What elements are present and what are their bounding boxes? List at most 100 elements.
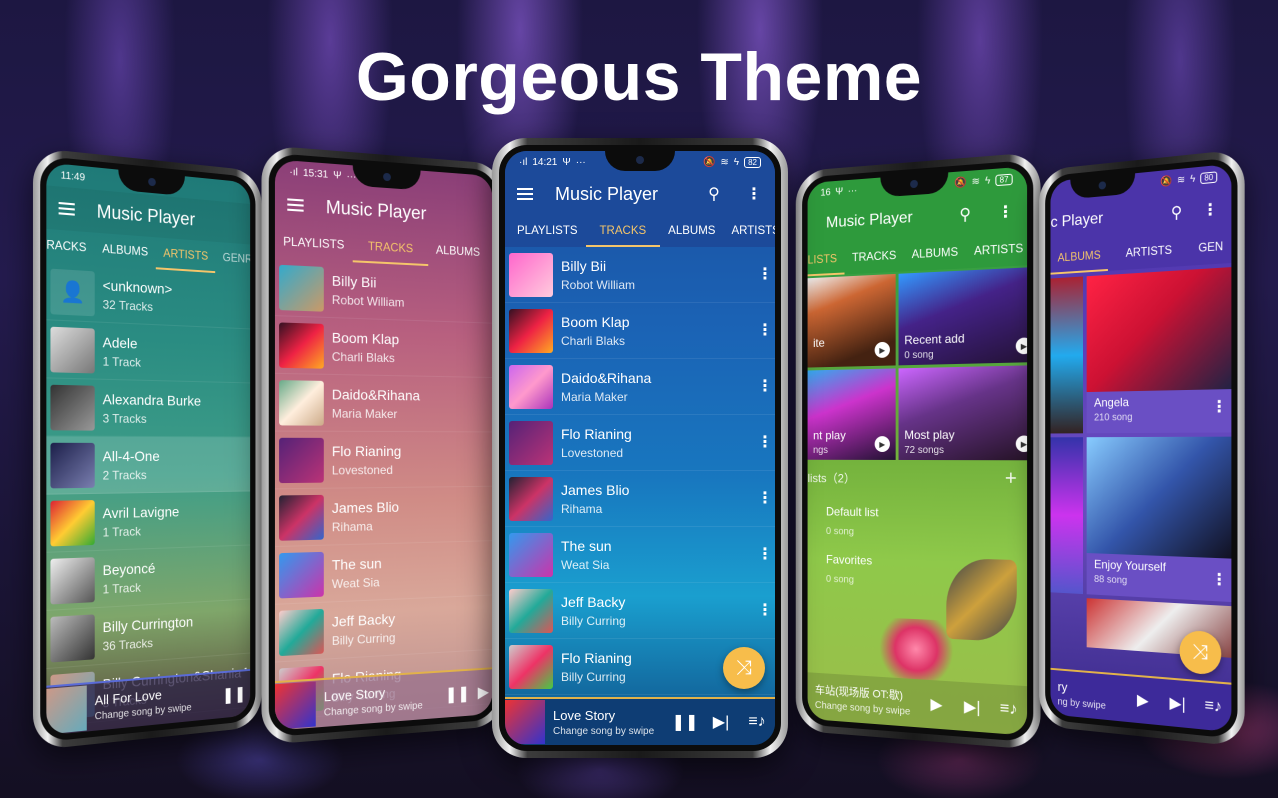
track-artist: Rihama: [561, 501, 603, 516]
more-options-icon[interactable]: ⋮: [757, 546, 773, 563]
tab-artists[interactable]: ARTISTS: [1118, 234, 1180, 270]
list-item[interactable]: The sun Weat Sia ⋮: [505, 527, 775, 583]
tab-bar: PLAYLISTS TRACKS ALBUMS ARTISTS: [505, 215, 775, 247]
mini-player[interactable]: Love Story Change song by swipe ❚❚ ▶| ≡♪: [505, 697, 775, 745]
tab-albums[interactable]: ALBUMS: [660, 215, 723, 247]
track-artist: Charli Blaks: [561, 333, 626, 348]
tab-artists[interactable]: ARTISTS: [966, 232, 1027, 268]
list-item[interactable]: Billy Bii Robot William: [274, 258, 493, 324]
album-card[interactable]: Angela 210 song ⋮: [1086, 267, 1232, 434]
wifi-icon: ≋: [1176, 173, 1186, 186]
next-button[interactable]: ▶: [474, 682, 492, 703]
menu-icon[interactable]: [58, 201, 75, 216]
more-options-icon[interactable]: ⋮: [745, 184, 763, 204]
phone-pink-theme: ·ıl 15:31 Ψ ··· Music Player PLAYLISTS TRAC…: [261, 144, 505, 746]
track-count: 2 Tracks: [102, 467, 147, 483]
list-item[interactable]: James Blio Rihama: [274, 486, 493, 548]
next-button[interactable]: ▶|: [954, 696, 990, 719]
tab-playlists[interactable]: PLAYLISTS: [509, 215, 586, 247]
album-art: [509, 532, 553, 577]
queue-button[interactable]: ≡♪: [1195, 696, 1231, 718]
more-options-icon[interactable]: ⋮: [996, 201, 1014, 223]
tab-artists[interactable]: ARTISTS: [723, 215, 775, 247]
search-icon[interactable]: ⚲: [705, 184, 723, 204]
more-options-icon[interactable]: ⋮: [757, 266, 773, 283]
artist-thumbnail: [50, 556, 95, 604]
album-art: [279, 437, 324, 483]
album-card[interactable]: [1050, 437, 1084, 595]
mini-player[interactable]: ry ng by swipe ▶ ▶| ≡♪: [1050, 667, 1232, 733]
queue-button[interactable]: ≡♪: [739, 713, 775, 731]
album-art: [509, 476, 553, 521]
tab-tracks[interactable]: RACKS: [46, 229, 94, 265]
more-options-icon[interactable]: ⋮: [757, 322, 773, 339]
play-icon[interactable]: ▶: [1015, 337, 1028, 355]
more-options-icon[interactable]: ⋮: [1201, 199, 1219, 221]
more-options-icon[interactable]: ⋮: [757, 602, 773, 619]
list-item[interactable]: Billy Bii Robot William ⋮: [505, 247, 775, 303]
list-item[interactable]: James Blio Rihama ⋮: [505, 471, 775, 527]
list-item[interactable]: Flo Rianing Lovestoned ⋮: [505, 415, 775, 471]
album-card[interactable]: Enjoy Yourself 88 song ⋮: [1086, 436, 1232, 603]
tab-albums[interactable]: ALBUMS: [1051, 239, 1109, 274]
shuffle-button[interactable]: ⤨: [723, 647, 765, 689]
more-options-icon[interactable]: ⋮: [757, 490, 773, 507]
play-icon[interactable]: ▶: [1015, 435, 1028, 453]
next-button[interactable]: ▶|: [1160, 692, 1195, 715]
play-icon[interactable]: ▶: [874, 436, 890, 452]
tab-tracks[interactable]: TRACKS: [352, 230, 428, 266]
search-icon[interactable]: ⚲: [956, 204, 974, 225]
pause-button[interactable]: ❚❚: [218, 683, 250, 705]
play-icon[interactable]: ▶: [874, 341, 890, 359]
playlist-tile-recent-play[interactable]: nt play ngs ▶: [807, 368, 896, 460]
list-item[interactable]: Avril Lavigne 1 Track: [46, 491, 251, 553]
more-options-icon[interactable]: ⋮: [1211, 398, 1227, 416]
list-item[interactable]: Default list 0 song: [826, 495, 1027, 552]
list-item[interactable]: Alexandra Burke 3 Tracks: [46, 378, 251, 438]
tab-albums[interactable]: ALBUMS: [428, 234, 487, 269]
tile-count: ngs: [813, 445, 828, 456]
tab-genre[interactable]: GENRE: [215, 242, 250, 277]
more-options-icon[interactable]: ⋮: [757, 378, 773, 395]
list-item[interactable]: Daido&Rihana Maria Maker: [274, 373, 493, 433]
menu-icon[interactable]: [287, 198, 304, 212]
list-item[interactable]: The sun Weat Sia: [274, 541, 493, 605]
tab-tracks[interactable]: TRACKS: [845, 240, 904, 275]
tab-genres[interactable]: GEN: [1190, 230, 1231, 266]
more-options-icon[interactable]: ⋮: [757, 434, 773, 451]
list-item[interactable]: Jeff Backy Billy Curring ⋮: [505, 583, 775, 639]
list-item[interactable]: Flo Rianing Lovestoned: [274, 431, 493, 490]
playlist-tile-most-play[interactable]: Most play 72 songs ▶: [898, 365, 1028, 461]
playlist-tile-recent-add[interactable]: Recent add 0 song ▶: [898, 266, 1028, 366]
tab-playlists[interactable]: LISTS: [808, 243, 845, 276]
tab-artists[interactable]: ARTISTS: [156, 237, 216, 273]
add-playlist-button[interactable]: +: [1005, 467, 1017, 491]
list-item[interactable]: Boom Klap Charli Blaks: [274, 316, 493, 379]
list-item[interactable]: Adele 1 Track: [46, 320, 251, 384]
queue-button[interactable]: ≡♪: [990, 699, 1027, 720]
mini-player[interactable]: 车站(现场版 OT:歇) Change song by swipe ▶ ▶| ≡♪: [807, 672, 1028, 736]
playlist-tile-favorite[interactable]: ite ▶: [807, 273, 896, 368]
tab-albums[interactable]: ALBUMS: [904, 236, 966, 272]
tab-tracks[interactable]: TRACKS: [585, 215, 661, 247]
album-art: [279, 321, 324, 369]
more-options-icon[interactable]: ⋮: [1211, 571, 1227, 589]
list-item[interactable]: All-4-One 2 Tracks: [46, 436, 251, 495]
pause-button[interactable]: ❚❚: [441, 683, 475, 705]
play-button[interactable]: ▶: [1126, 689, 1160, 712]
track-artist: Robot William: [331, 292, 405, 310]
list-item[interactable]: Boom Klap Charli Blaks ⋮: [505, 303, 775, 359]
menu-icon[interactable]: [517, 188, 533, 200]
mute-icon: 🔕: [702, 156, 716, 168]
list-item[interactable]: Daido&Rihana Maria Maker ⋮: [505, 359, 775, 415]
pause-button[interactable]: ❚❚: [667, 712, 703, 732]
search-icon[interactable]: ⚲: [1168, 202, 1186, 224]
play-button[interactable]: ▶: [919, 693, 954, 716]
tile-count: 72 songs: [904, 444, 944, 457]
tab-albums[interactable]: ALBUMS: [94, 233, 155, 270]
playlist-tiles: ite ▶ Recent add 0 song ▶ nt play ngs ▶ …: [807, 265, 1028, 461]
next-button[interactable]: ▶|: [703, 712, 739, 732]
track-title: Billy Bii: [561, 257, 607, 274]
tab-playlists[interactable]: PLAYLISTS: [275, 225, 352, 262]
album-card[interactable]: [1050, 276, 1084, 434]
